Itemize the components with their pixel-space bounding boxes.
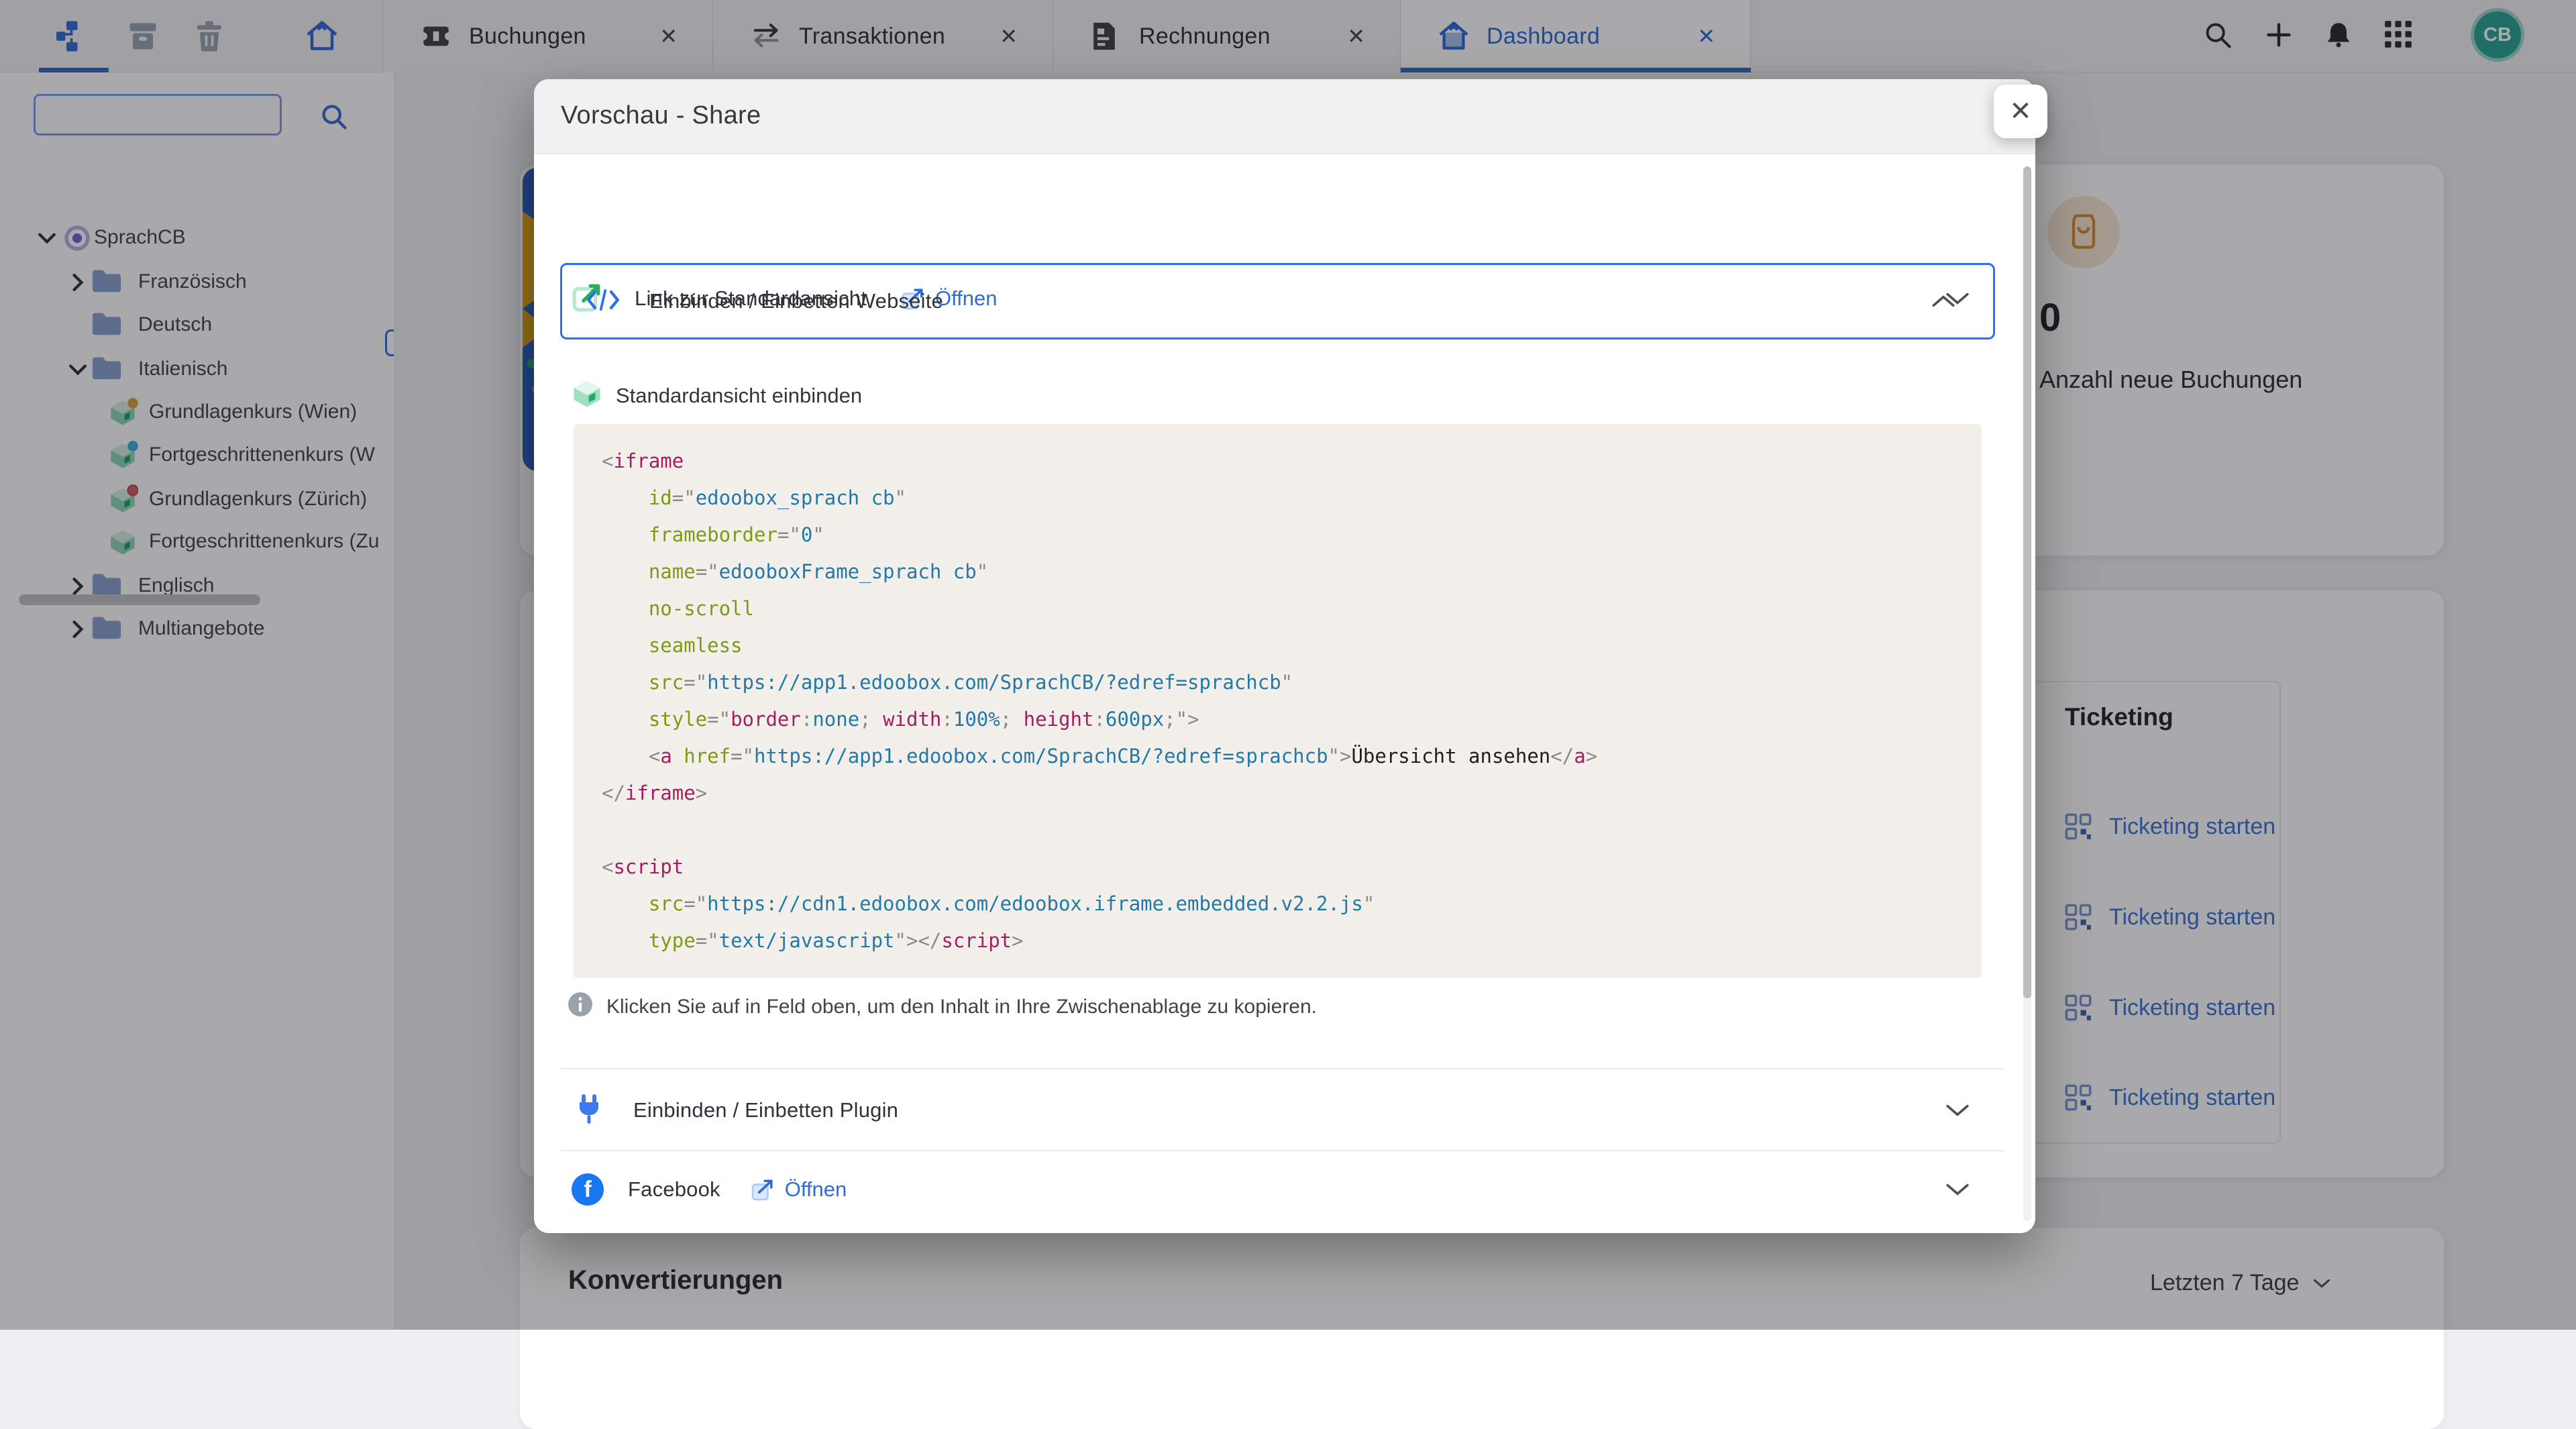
code-icon [586, 288, 620, 315]
modal-header: Vorschau - Share [534, 79, 2035, 154]
divider [561, 1068, 2004, 1069]
plug-icon [576, 1094, 602, 1128]
divider [561, 1150, 2004, 1151]
copy-info: Klicken Sie auf in Feld oben, um den Inh… [568, 992, 1317, 1022]
chevron-down-icon[interactable] [1945, 1182, 1970, 1197]
accordion-label: Facebook [628, 1177, 720, 1202]
modal-close-button[interactable]: ✕ [1994, 85, 2047, 138]
info-icon [568, 992, 593, 1022]
share-preview-modal: Vorschau - Share Link zur Standardansich… [534, 79, 2035, 1233]
copy-info-text: Klicken Sie auf in Feld oben, um den Inh… [606, 996, 1317, 1018]
accordion-label: Einbinden / Einbetten Webseite [649, 289, 943, 313]
open-link-label: Öffnen [785, 1177, 847, 1202]
accordion-facebook-row[interactable]: f Facebook Öffnen [572, 1159, 1998, 1220]
cube-icon [572, 378, 602, 413]
modal-title: Vorschau - Share [561, 101, 761, 130]
open-link[interactable]: Öffnen [751, 1177, 847, 1202]
chevron-down-icon[interactable] [1945, 1103, 1970, 1118]
accordion-label: Einbinden / Einbetten Plugin [633, 1098, 898, 1122]
chevron-up-icon[interactable] [1931, 294, 1955, 312]
modal-scrollbar-thumb[interactable] [2023, 166, 2031, 998]
accordion-embed-website[interactable]: Einbinden / Einbetten Webseite [560, 263, 1995, 339]
accordion-plugin-row[interactable]: Einbinden / Einbetten Plugin [576, 1080, 2002, 1141]
embed-section-label: Standardansicht einbinden [616, 384, 862, 408]
code-block[interactable]: <iframe id="edoobox_sprach cb" framebord… [574, 424, 1982, 978]
embed-section-header: Standardansicht einbinden [572, 378, 862, 413]
facebook-icon: f [572, 1173, 604, 1206]
external-link-icon [751, 1178, 774, 1201]
